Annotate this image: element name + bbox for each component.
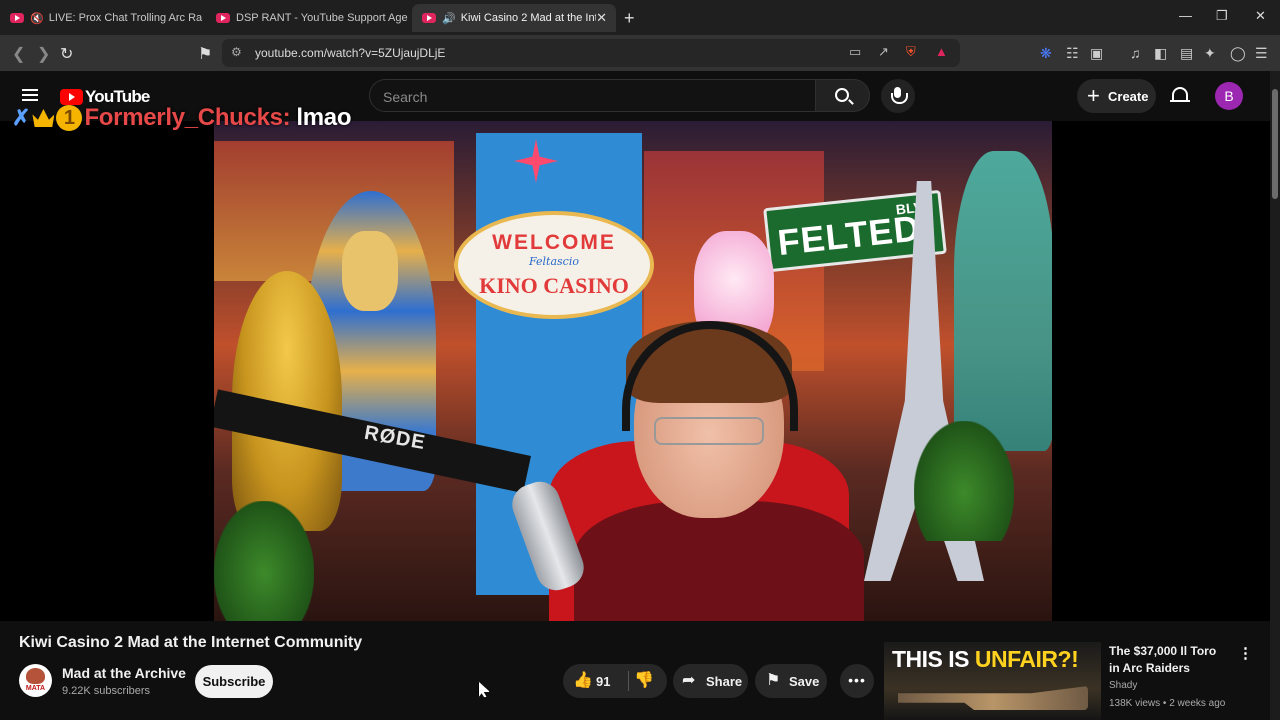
create-label: Create — [1108, 89, 1149, 104]
recommended-video-thumbnail[interactable]: THIS IS UNFAIR?! — [884, 642, 1101, 720]
channel-avatar-text: MATA — [25, 685, 46, 692]
thumbnail-text: THIS IS UNFAIR?! — [892, 646, 1079, 673]
screenshot-icon[interactable]: ▣ — [1090, 45, 1103, 62]
vpn-shield-icon[interactable]: ◯ — [1230, 45, 1246, 62]
extensions-puzzle-icon[interactable]: ☷ — [1066, 45, 1079, 62]
search-icon — [835, 88, 849, 102]
sidebar-icon[interactable]: ◧ — [1154, 45, 1167, 62]
muted-speaker-icon[interactable]: 🔇 — [30, 12, 44, 25]
thumbnail-text-yellow: UNFAIR?! — [974, 646, 1079, 672]
browser-tab-1[interactable]: 🔇 LIVE: Prox Chat Trolling Arc Raide — [0, 4, 202, 32]
browser-tab-3-active[interactable]: 🔊 Kiwi Casino 2 Mad at the Inte ✕ — [412, 4, 616, 32]
subscriber-count: 9.22K subscribers — [62, 685, 151, 697]
browser-toolbar: ❮ ❯ ↻ ⚑ ⚙ youtube.com/watch?v=5ZUjaujDLj… — [0, 35, 1280, 71]
chat-overlay-message: ✗ 1 Formerly_Chucks: lmao — [12, 103, 352, 133]
search-placeholder: Search — [383, 89, 428, 105]
extension-icon[interactable]: ❋ — [1040, 45, 1052, 62]
forward-icon[interactable]: ❯ — [37, 44, 50, 64]
brave-shield-icon[interactable]: ⛨ — [906, 44, 916, 60]
media-music-icon[interactable]: ♫ — [1130, 45, 1141, 61]
tab-title: LIVE: Prox Chat Trolling Arc Raide — [48, 12, 202, 24]
site-settings-icon[interactable]: ⚙ — [231, 45, 242, 59]
video-title: Kiwi Casino 2 Mad at the Internet Commun… — [19, 634, 363, 651]
statue-of-liberty — [954, 151, 1052, 451]
person-shirt — [574, 501, 864, 621]
chat-username: Formerly_Chucks: — [84, 104, 291, 131]
mouse-cursor-icon — [478, 681, 490, 698]
notifications-bell-icon[interactable] — [1170, 87, 1190, 102]
like-dislike-group: 👍 91 👎 — [563, 664, 667, 698]
casino-text: KINO CASINO — [479, 273, 629, 298]
browser-tab-2[interactable]: DSP RANT - YouTube Support Agent — [206, 4, 408, 32]
more-actions-icon[interactable]: ••• — [840, 664, 874, 698]
cast-icon[interactable]: ▭ — [849, 44, 861, 60]
youtube-favicon-icon — [216, 13, 230, 23]
share-label: Share — [706, 674, 743, 689]
share-page-icon[interactable]: ↗ — [878, 44, 889, 60]
youtube-favicon-icon — [10, 13, 24, 23]
welcome-text: WELCOME — [492, 231, 616, 254]
like-count[interactable]: 91 — [596, 674, 610, 689]
chat-message: lmao — [296, 104, 352, 131]
welcome-sign: WELCOME Feltascio KINO CASINO — [454, 211, 654, 319]
like-divider — [628, 671, 629, 691]
scrollbar-thumb[interactable] — [1272, 89, 1278, 199]
close-window-icon[interactable]: ✕ — [1255, 8, 1266, 24]
video-frame[interactable]: WELCOME Feltascio KINO CASINO FELTED BLV… — [214, 121, 1052, 621]
search-button[interactable] — [815, 79, 870, 112]
tab-title: Kiwi Casino 2 Mad at the Inte — [460, 12, 597, 24]
url-text[interactable]: youtube.com/watch?v=5ZUjaujDLjE — [255, 46, 445, 60]
thumbnail-weapon-image — [898, 686, 1088, 710]
speaker-icon[interactable]: 🔊 — [442, 12, 456, 25]
minimize-icon[interactable]: — — [1179, 8, 1192, 23]
recommended-channel[interactable]: Shady — [1109, 680, 1137, 691]
share-button[interactable]: ➦ Share — [673, 664, 748, 698]
welcome-sub-text: Feltascio — [529, 255, 579, 268]
rewards-icon[interactable]: ▲ — [935, 44, 948, 59]
plant — [214, 501, 314, 621]
create-button[interactable]: + Create — [1077, 79, 1156, 113]
tab-title: DSP RANT - YouTube Support Agent — [236, 12, 408, 24]
thumbnail-text-white: THIS IS — [892, 646, 975, 672]
bookmark-icon[interactable]: ⚑ — [198, 44, 212, 64]
recommendation-menu-icon[interactable]: ⋮ — [1238, 644, 1253, 662]
recommended-video-title[interactable]: The $37,000 Il Toro in Arc Raiders — [1109, 643, 1229, 677]
like-thumb-icon[interactable]: 👍 — [573, 670, 593, 690]
ai-sparkle-icon[interactable]: ✦ — [1204, 45, 1216, 62]
save-label: Save — [789, 674, 820, 689]
voice-search-mic-icon[interactable] — [881, 79, 915, 113]
hamburger-menu-icon[interactable] — [22, 89, 38, 101]
sword-badge-icon: ✗ — [12, 105, 31, 130]
video-player[interactable]: WELCOME Feltascio KINO CASINO FELTED BLV… — [0, 121, 1270, 621]
page-scrollbar[interactable] — [1270, 71, 1280, 720]
search-input[interactable]: Search — [369, 79, 816, 112]
glasses — [654, 417, 764, 445]
save-bookmark-icon: ⚑ — [766, 672, 781, 689]
new-tab-icon[interactable]: + — [624, 8, 635, 29]
plant — [914, 421, 1014, 541]
dislike-thumb-icon[interactable]: 👎 — [634, 670, 654, 690]
save-button[interactable]: ⚑ Save — [755, 664, 827, 698]
back-icon[interactable]: ❮ — [12, 44, 25, 64]
subscribe-button[interactable]: Subscribe — [195, 665, 273, 698]
rank-badge: 1 — [56, 105, 83, 131]
browser-tab-bar: 🔇 LIVE: Prox Chat Trolling Arc Raide DSP… — [0, 0, 1280, 35]
account-avatar[interactable]: B — [1215, 82, 1243, 110]
channel-name[interactable]: Mad at the Archive — [62, 665, 186, 681]
restore-icon[interactable]: ❐ — [1216, 8, 1228, 24]
plus-icon: + — [1087, 83, 1100, 108]
wallet-icon[interactable]: ▤ — [1180, 45, 1193, 62]
menu-icon[interactable]: ☰ — [1255, 45, 1268, 62]
reload-icon[interactable]: ↻ — [60, 44, 73, 64]
crown-badge-icon — [32, 109, 55, 127]
channel-avatar[interactable]: MATA — [19, 664, 52, 697]
close-tab-icon[interactable]: ✕ — [596, 10, 607, 26]
share-arrow-icon: ➦ — [682, 672, 696, 689]
address-bar[interactable]: ⚙ youtube.com/watch?v=5ZUjaujDLjE ▭ ↗ ⛨ … — [222, 39, 960, 67]
recommended-views-age: 138K views • 2 weeks ago — [1109, 698, 1226, 709]
sphinx-face — [342, 231, 398, 311]
youtube-favicon-icon — [422, 13, 436, 23]
